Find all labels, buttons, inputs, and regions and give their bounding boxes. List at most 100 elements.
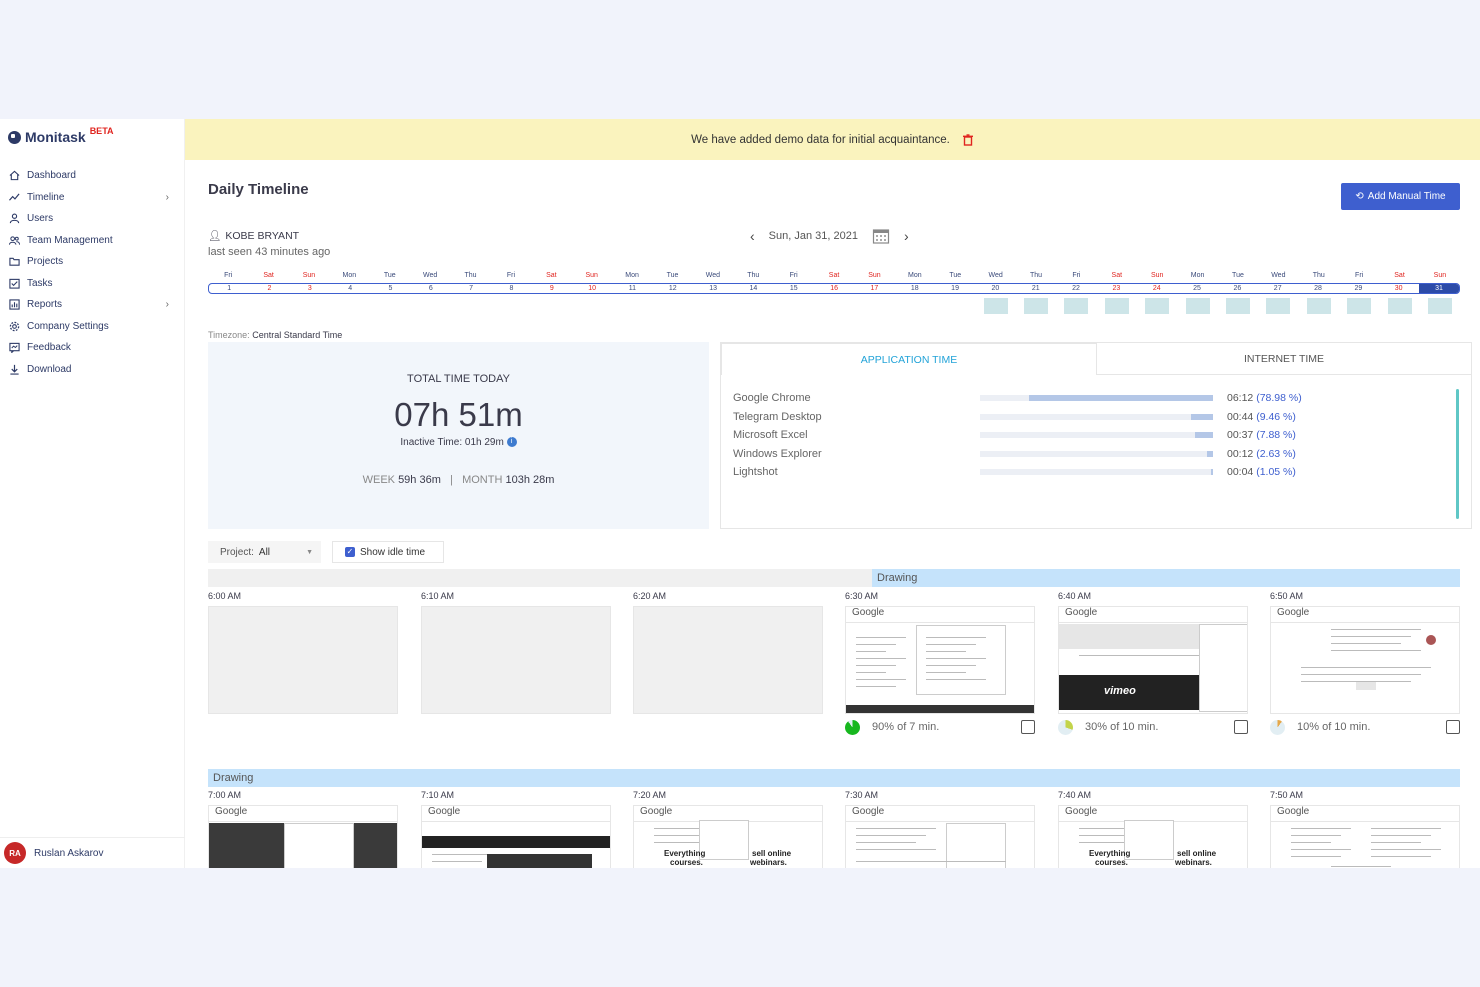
- application-bar: [980, 469, 1213, 476]
- scrollbar[interactable]: [1456, 389, 1459, 519]
- slot-time: 6:00 AM: [208, 591, 242, 601]
- screenshot-thumbnail[interactable]: Google vimeo: [1058, 606, 1248, 714]
- folder-icon: [8, 256, 20, 268]
- browser-bar: Google: [1059, 607, 1247, 623]
- checkbox-checked-icon[interactable]: ✓: [345, 547, 355, 557]
- calendar-date[interactable]: 10: [572, 284, 612, 293]
- activity-marker[interactable]: [1427, 298, 1452, 314]
- browser-bar: Google: [422, 806, 610, 822]
- tab-internet-time[interactable]: INTERNET TIME: [1097, 343, 1471, 375]
- show-idle-toggle[interactable]: ✓ Show idle time: [332, 541, 444, 563]
- page-heading: courses.: [670, 858, 703, 867]
- select-checkbox[interactable]: [1021, 720, 1035, 734]
- activity-marker[interactable]: [1266, 298, 1291, 314]
- sidebar-item-label: Timeline: [27, 191, 65, 203]
- calendar-date[interactable]: 3: [290, 284, 330, 293]
- month-value: 103h 28m: [505, 474, 555, 486]
- screenshot-thumbnail[interactable]: Google: [845, 606, 1035, 714]
- add-manual-time-button[interactable]: ⟲ Add Manual Time: [1341, 183, 1460, 210]
- activity-marker[interactable]: [1225, 298, 1250, 314]
- calendar-date[interactable]: 31: [1418, 284, 1459, 293]
- calendar-date[interactable]: 14: [733, 284, 773, 293]
- sidebar-item-feedback[interactable]: Feedback: [0, 337, 185, 359]
- calendar-date[interactable]: 20: [975, 284, 1015, 293]
- sidebar-item-team-management[interactable]: Team Management: [0, 230, 185, 252]
- calendar-date[interactable]: 26: [1217, 284, 1257, 293]
- calendar-date[interactable]: 29: [1338, 284, 1378, 293]
- slot-activity: 90% of 7 min.: [845, 719, 1035, 735]
- calendar-date[interactable]: 15: [774, 284, 814, 293]
- screenshot-thumbnail[interactable]: Google: [1270, 805, 1460, 868]
- screenshot-thumbnail[interactable]: Google: [421, 805, 611, 868]
- sidebar-item-users[interactable]: Users: [0, 208, 185, 230]
- sidebar-item-reports[interactable]: Reports ›: [0, 294, 185, 316]
- select-checkbox[interactable]: [1446, 720, 1460, 734]
- screenshot-thumbnail[interactable]: Google: [1270, 606, 1460, 714]
- activity-marker[interactable]: [1104, 298, 1129, 314]
- screenshot-thumbnail[interactable]: Google Everything courses. sell online webin…: [633, 805, 823, 868]
- time-slot: 7:50 AM Google: [1270, 790, 1460, 868]
- brand-logo[interactable]: Monitask BETA: [8, 126, 114, 145]
- activity-marker[interactable]: [1185, 298, 1210, 314]
- activity-marker[interactable]: [1024, 298, 1048, 314]
- time-slot: 6:20 AM: [633, 591, 823, 714]
- calendar-date[interactable]: 8: [491, 284, 531, 293]
- activity-marker[interactable]: [1387, 298, 1412, 314]
- calendar-date[interactable]: 23: [1096, 284, 1136, 293]
- calendar-date[interactable]: 5: [370, 284, 410, 293]
- calendar-date[interactable]: 16: [814, 284, 854, 293]
- calendar-date[interactable]: 9: [532, 284, 572, 293]
- calendar-date[interactable]: 7: [451, 284, 491, 293]
- info-icon[interactable]: i: [506, 437, 517, 447]
- calendar-date[interactable]: 13: [693, 284, 733, 293]
- current-date[interactable]: Sun, Jan 31, 2021: [769, 230, 858, 242]
- sidebar-item-download[interactable]: Download: [0, 359, 185, 381]
- tab-application-time[interactable]: APPLICATION TIME: [721, 343, 1097, 375]
- screenshot-thumbnail[interactable]: Google: [845, 805, 1035, 868]
- activity-marker[interactable]: [1145, 298, 1170, 314]
- trash-icon[interactable]: [962, 133, 974, 146]
- calendar-date[interactable]: 17: [854, 284, 894, 293]
- weekday-label: Sun: [1150, 272, 1164, 279]
- project-filter[interactable]: Project: All ▼: [208, 541, 321, 563]
- select-checkbox[interactable]: [1234, 720, 1248, 734]
- calendar-icon[interactable]: [872, 227, 890, 245]
- screenshot-thumbnail[interactable]: Google Everything courses. sell online webin…: [1058, 805, 1248, 868]
- application-row: Lightshot 00:04 (1.05 %): [733, 463, 1433, 482]
- calendar-date[interactable]: 25: [1177, 284, 1217, 293]
- calendar-date[interactable]: 12: [653, 284, 693, 293]
- activity-marker[interactable]: [983, 298, 1008, 314]
- sidebar-item-tasks[interactable]: Tasks: [0, 273, 185, 295]
- calendar-date[interactable]: 18: [895, 284, 935, 293]
- activity-marker[interactable]: [1306, 298, 1331, 314]
- calendar-date[interactable]: 24: [1137, 284, 1177, 293]
- calendar-date[interactable]: 28: [1298, 284, 1338, 293]
- calendar-date[interactable]: 11: [612, 284, 652, 293]
- calendar-date[interactable]: 1: [209, 284, 249, 293]
- application-row: Telegram Desktop 00:44 (9.46 %): [733, 408, 1433, 427]
- current-user[interactable]: RA Ruslan Askarov: [0, 837, 185, 868]
- calendar-date[interactable]: 27: [1258, 284, 1298, 293]
- period-summary: WEEK 59h 36m | MONTH 103h 28m: [208, 474, 709, 486]
- activity-marker[interactable]: [1347, 298, 1372, 314]
- calendar-date[interactable]: 6: [411, 284, 451, 293]
- screenshot-thumbnail[interactable]: Google: [208, 805, 398, 868]
- calendar-date[interactable]: 2: [249, 284, 289, 293]
- calendar-date[interactable]: 22: [1056, 284, 1096, 293]
- activity-cell: [491, 298, 531, 314]
- sidebar-item-company-settings[interactable]: Company Settings: [0, 316, 185, 338]
- sidebar-item-timeline[interactable]: Timeline ›: [0, 187, 185, 209]
- calendar-date[interactable]: 4: [330, 284, 370, 293]
- sidebar-item-projects[interactable]: Projects: [0, 251, 185, 273]
- calendar-date[interactable]: 21: [1016, 284, 1056, 293]
- application-name: Microsoft Excel: [733, 429, 808, 442]
- sidebar-item-dashboard[interactable]: Dashboard: [0, 165, 185, 187]
- activity-text: 90% of 7 min.: [872, 721, 940, 733]
- prev-day-icon[interactable]: ‹: [750, 228, 755, 244]
- next-day-icon[interactable]: ›: [904, 228, 909, 244]
- calendar-date[interactable]: 30: [1379, 284, 1419, 293]
- application-percent: (7.88 %): [1256, 429, 1296, 442]
- browser-bar: Google: [1271, 607, 1459, 623]
- activity-marker[interactable]: [1064, 298, 1089, 314]
- calendar-date[interactable]: 19: [935, 284, 975, 293]
